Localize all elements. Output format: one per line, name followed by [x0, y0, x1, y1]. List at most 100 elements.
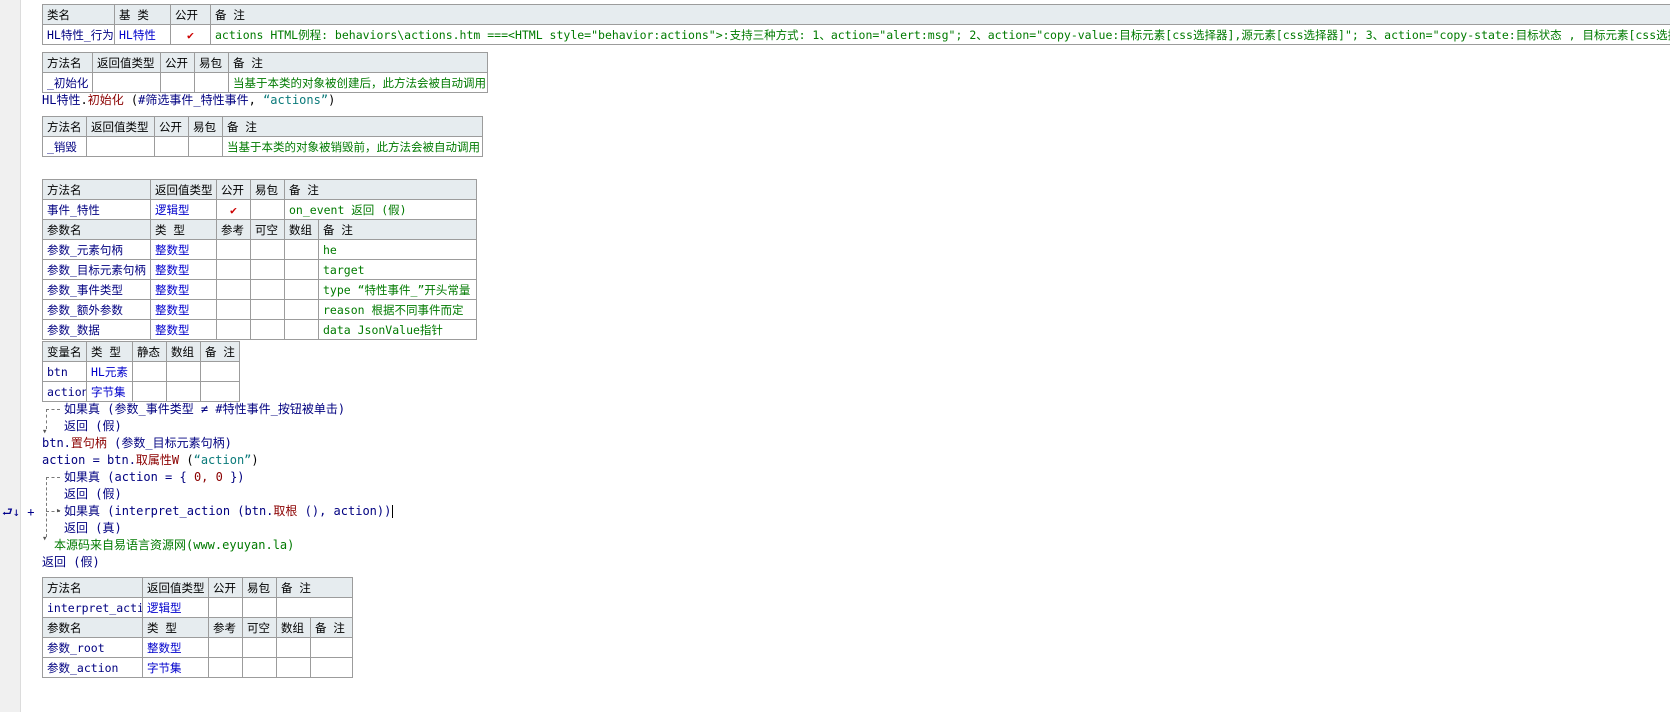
param-array[interactable]	[284, 279, 319, 300]
param-ref[interactable]	[216, 259, 251, 280]
var-note[interactable]	[200, 381, 240, 402]
destroy-return-type[interactable]	[86, 136, 155, 157]
var-static[interactable]	[132, 381, 167, 402]
code-line-return-true[interactable]: 返回 (真)	[64, 520, 122, 537]
public-check-icon[interactable]: ✔	[170, 24, 211, 45]
param-note[interactable]: he	[318, 239, 477, 260]
var-type[interactable]: 字节集	[86, 381, 133, 402]
param-ref[interactable]	[216, 299, 251, 320]
interpret-public[interactable]	[208, 597, 243, 618]
var-type[interactable]: HL元素	[86, 361, 133, 382]
param-row[interactable]: 参数_数据 整数型 data JsonValue指针	[42, 319, 477, 340]
code-line-return-false[interactable]: 返回 (假)	[42, 554, 100, 571]
param-nullable[interactable]	[250, 299, 285, 320]
code-line-return-false[interactable]: 返回 (假)	[64, 486, 122, 503]
gutter-fold-icons[interactable]: ⮐↓ +	[2, 503, 34, 524]
param-name[interactable]: 参数_action	[42, 657, 143, 678]
param-array[interactable]	[276, 657, 311, 678]
var-array[interactable]	[166, 381, 201, 402]
param-array[interactable]	[284, 259, 319, 280]
destroy-note[interactable]: 当基于本类的对象被销毁前，此方法会被自动调用	[222, 136, 483, 157]
param-note[interactable]: type “特性事件_”开头常量	[318, 279, 477, 300]
param-ref[interactable]	[216, 279, 251, 300]
code-line-if-empty[interactable]: 如果真 (action = { 0, 0 })	[64, 469, 245, 486]
param-note[interactable]	[310, 637, 353, 658]
code-line-set-handle[interactable]: btn.置句柄 (参数_目标元素句柄)	[42, 435, 232, 452]
interpret-method-name[interactable]: interpret_action	[42, 597, 143, 618]
param-name[interactable]: 参数_数据	[42, 319, 151, 340]
init-call-line[interactable]: HL特性.初始化 (#筛选事件_特性事件, “actions”)	[42, 92, 335, 109]
param-row[interactable]: 参数_root 整数型	[42, 637, 353, 658]
param-nullable[interactable]	[250, 279, 285, 300]
param-type[interactable]: 整数型	[142, 637, 209, 658]
event-note[interactable]: on_event 返回 (假)	[284, 199, 477, 220]
method-get-attr: 取属性W	[135, 453, 180, 467]
param-name[interactable]: 参数_目标元素句柄	[42, 259, 151, 280]
code-line-get-attr[interactable]: action = btn.取属性W (“action”)	[42, 452, 259, 469]
param-name[interactable]: 参数_额外参数	[42, 299, 151, 320]
code-line-return-false[interactable]: 返回 (假)	[64, 418, 122, 435]
param-row[interactable]: 参数_目标元素句柄 整数型 target	[42, 259, 477, 280]
param-nullable[interactable]	[242, 657, 277, 678]
param-row[interactable]: 参数_额外参数 整数型 reason 根据不同事件而定	[42, 299, 477, 320]
init-note[interactable]: 当基于本类的对象被创建后，此方法会被自动调用	[228, 72, 488, 93]
destroy-public[interactable]	[154, 136, 189, 157]
param-row[interactable]: 参数_action 字节集	[42, 657, 353, 678]
param-row[interactable]: 参数_元素句柄 整数型 he	[42, 239, 477, 260]
param-type[interactable]: 整数型	[150, 239, 217, 260]
event-public-check-icon[interactable]: ✔	[216, 199, 251, 220]
param-nullable[interactable]	[250, 239, 285, 260]
event-method-name[interactable]: 事件_特性	[42, 199, 151, 220]
param-ref[interactable]	[208, 637, 243, 658]
init-return-type[interactable]	[92, 72, 161, 93]
var-row[interactable]: action 字节集	[42, 381, 240, 402]
init-easy-pack[interactable]	[194, 72, 229, 93]
base-class-cell[interactable]: HL特性	[114, 24, 171, 45]
param-note[interactable]	[310, 657, 353, 678]
param-ref[interactable]	[216, 239, 251, 260]
interpret-return-type[interactable]: 逻辑型	[142, 597, 209, 618]
param-array[interactable]	[284, 239, 319, 260]
var-row[interactable]: btn HL元素	[42, 361, 240, 382]
param-name[interactable]: 参数_元素句柄	[42, 239, 151, 260]
code-line-if-event[interactable]: 如果真 (参数_事件类型 ≠ #特性事件_按钮被单击)	[64, 401, 345, 418]
param-type[interactable]: 整数型	[150, 259, 217, 280]
param-nullable[interactable]	[250, 259, 285, 280]
param-type[interactable]: 整数型	[150, 279, 217, 300]
param-name[interactable]: 参数_事件类型	[42, 279, 151, 300]
param-array[interactable]	[284, 319, 319, 340]
var-array[interactable]	[166, 361, 201, 382]
destroy-method-name[interactable]: _销毁	[42, 136, 87, 157]
init-public[interactable]	[160, 72, 195, 93]
code-line-if-interpret[interactable]: 如果真 (interpret_action (btn.取根 (), action…	[64, 503, 394, 520]
var-name[interactable]: action	[42, 381, 87, 402]
param-name[interactable]: 参数_root	[42, 637, 143, 658]
param-array[interactable]	[276, 637, 311, 658]
init-method-name[interactable]: _初始化	[42, 72, 93, 93]
class-note-cell[interactable]: actions HTML例程: behaviors\actions.htm ==…	[210, 24, 1670, 45]
class-name-cell[interactable]: HL特性_行为	[42, 24, 115, 45]
param-ref[interactable]	[208, 657, 243, 678]
event-return-type[interactable]: 逻辑型	[150, 199, 217, 220]
param-row[interactable]: 参数_事件类型 整数型 type “特性事件_”开头常量	[42, 279, 477, 300]
code-line-comment[interactable]: 本源码来自易语言资源网(www.eyuyan.la)	[54, 537, 294, 554]
interpret-easy-pack[interactable]	[242, 597, 277, 618]
param-type[interactable]: 字节集	[142, 657, 209, 678]
code-editor[interactable]: 类名 基 类 公开 备 注 HL特性_行为 HL特性 ✔ actions HTM…	[42, 0, 1670, 712]
param-note[interactable]: data JsonValue指针	[318, 319, 477, 340]
event-easy-pack[interactable]	[250, 199, 285, 220]
param-nullable[interactable]	[250, 319, 285, 340]
flow-arrow-icon: ▾	[42, 534, 48, 544]
var-note[interactable]	[200, 361, 240, 382]
param-nullable[interactable]	[242, 637, 277, 658]
destroy-easy-pack[interactable]	[188, 136, 223, 157]
param-array[interactable]	[284, 299, 319, 320]
var-name[interactable]: btn	[42, 361, 87, 382]
param-note[interactable]: reason 根据不同事件而定	[318, 299, 477, 320]
param-type[interactable]: 整数型	[150, 299, 217, 320]
param-note[interactable]: target	[318, 259, 477, 280]
var-static[interactable]	[132, 361, 167, 382]
param-type[interactable]: 整数型	[150, 319, 217, 340]
interpret-note[interactable]	[276, 597, 353, 618]
param-ref[interactable]	[216, 319, 251, 340]
